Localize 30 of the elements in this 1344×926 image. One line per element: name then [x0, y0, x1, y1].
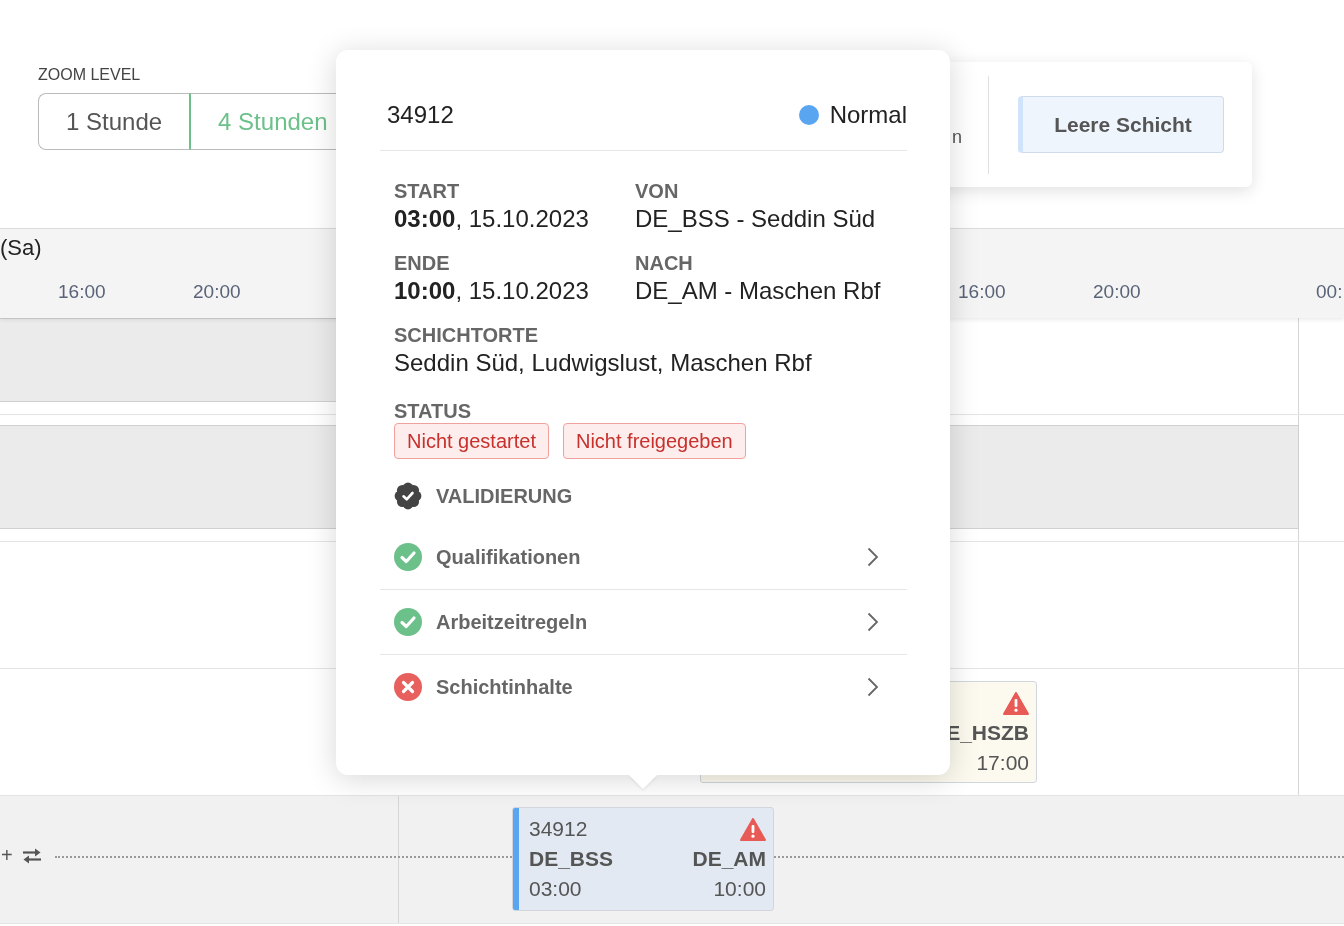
- status-tag: Nicht freigegeben: [562, 423, 746, 459]
- field-value: 03:00, 15.10.2023: [394, 204, 590, 234]
- priority-label: Normal: [829, 101, 907, 129]
- shift-to: DE_AM: [692, 847, 766, 871]
- hour-label: 00:: [1316, 281, 1343, 303]
- status-tag: Nicht gestartet: [394, 423, 549, 459]
- hour-label: 16:00: [58, 281, 106, 303]
- hour-label: 20:00: [193, 281, 241, 303]
- field-label: VON: [635, 179, 680, 203]
- validation-heading: VALIDIERUNG: [436, 484, 573, 508]
- field-label: STATUS: [394, 399, 473, 423]
- hour-label: 16:00: [958, 281, 1006, 303]
- shift-from: DE_BSS: [529, 847, 614, 871]
- field-value: Seddin Süd, Ludwigslust, Maschen Rbf: [394, 348, 813, 378]
- field-value: DE_AM - Maschen Rbf: [635, 276, 882, 306]
- shift-number: 34912: [387, 101, 454, 129]
- field-label: START: [394, 179, 461, 203]
- shift-end: 10:00: [713, 877, 766, 901]
- shift-id: 34912: [529, 817, 588, 841]
- hour-label: 20:00: [1093, 281, 1141, 303]
- field-value: DE_BSS - Seddin Süd: [635, 204, 877, 234]
- field-value: 10:00, 15.10.2023: [394, 276, 590, 306]
- shift-end: 17:00: [976, 751, 1029, 775]
- toolbar-text: n: [952, 127, 962, 148]
- field-label: ENDE: [394, 251, 451, 275]
- shift-start: 03:00: [529, 877, 582, 901]
- zoom-level-label: ZOOM LEVEL: [38, 66, 142, 84]
- field-label: NACH: [635, 251, 694, 275]
- field-label: SCHICHTORTE: [394, 323, 540, 347]
- day-label: (Sa): [0, 235, 42, 261]
